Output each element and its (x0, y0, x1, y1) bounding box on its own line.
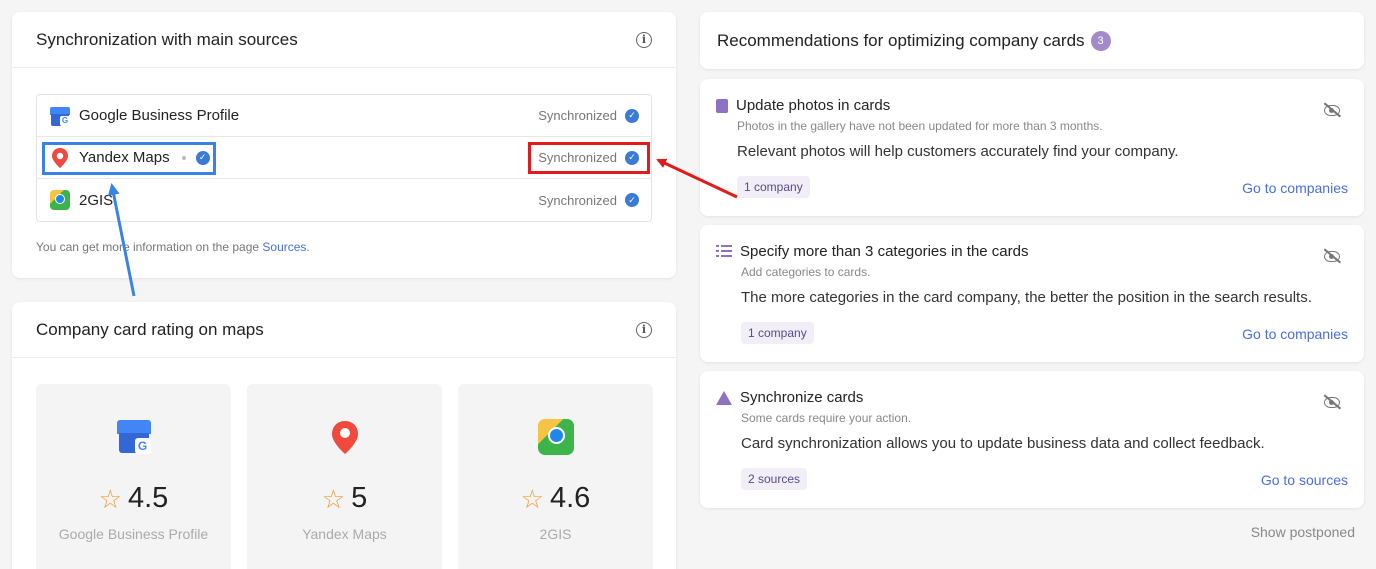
recommendation-tag: 1 company (737, 176, 810, 198)
recommendation-subtitle: Add categories to cards. (741, 265, 871, 279)
google-business-icon: G (49, 105, 71, 127)
recommendations-count-badge: 3 (1090, 30, 1111, 51)
source-row-2gis[interactable]: 2GIS Synchronized ✓ (37, 179, 651, 221)
rating-card-header: Company card rating on maps i (12, 302, 676, 358)
source-name: 2GIS (79, 191, 114, 209)
check-circle-icon: ✓ (625, 108, 639, 123)
source-name: Google Business Profile (79, 107, 240, 124)
eye-off-icon[interactable] (1324, 397, 1340, 408)
eye-off-icon[interactable] (1324, 105, 1340, 116)
rating-value: 4.5 (127, 482, 169, 514)
sync-card: Synchronization with main sources i G Go… (12, 12, 676, 278)
rating-source-name: Yandex Maps (302, 526, 387, 542)
warning-icon (716, 390, 732, 405)
rating-value: 4.6 (549, 482, 591, 514)
star-icon: ☆ (321, 483, 346, 514)
recommendation-title: Synchronize cards (740, 389, 864, 406)
source-status: Synchronized (538, 108, 617, 123)
recommendation-subtitle: Photos in the gallery have not been upda… (737, 119, 1103, 133)
go-to-companies-link[interactable]: Go to companies (1242, 326, 1348, 342)
recommendation-subtitle: Some cards require your action. (741, 411, 912, 425)
recommendations-header: Recommendations for optimizing company c… (700, 12, 1364, 69)
recommendation-card: Synchronize cards Some cards require you… (700, 371, 1364, 508)
sync-note: You can get more information on the page… (36, 240, 310, 254)
recommendation-description: The more categories in the card company,… (741, 289, 1312, 306)
rating-source-name: 2GIS (539, 526, 572, 542)
sync-note-suffix: . (306, 240, 310, 254)
show-postponed-button[interactable]: Show postponed (1251, 524, 1355, 540)
recommendation-title: Update photos in cards (736, 97, 891, 114)
photo-icon (716, 98, 728, 113)
rating-card: Company card rating on maps i G ☆ 4.5 Goo… (12, 302, 676, 569)
rating-source-name: Google Business Profile (58, 526, 209, 542)
rating-tiles: G ☆ 4.5 Google Business Profile ☆ 5 Yandex… (36, 384, 653, 569)
go-to-companies-link[interactable]: Go to companies (1242, 180, 1348, 196)
recommendations-title: Recommendations for optimizing company c… (717, 30, 1085, 50)
source-status: Synchronized (538, 192, 617, 208)
check-circle-icon: ✓ (625, 193, 639, 207)
rating-card-title: Company card rating on maps (36, 319, 264, 339)
recommendation-tag: 1 company (741, 322, 814, 344)
recommendation-tag: 2 sources (741, 468, 808, 490)
sources-link[interactable]: Sources (262, 240, 306, 254)
highlight-box-red (528, 142, 650, 174)
recommendation-card: Update photos in cards Photos in the gal… (700, 79, 1364, 216)
rating-tile-google[interactable]: G ☆ 4.5 Google Business Profile (36, 384, 231, 569)
2gis-icon (49, 189, 71, 211)
recommendation-card: Specify more than 3 categories in the ca… (700, 225, 1364, 362)
sync-card-title: Synchronization with main sources (36, 29, 298, 49)
list-icon (716, 245, 732, 258)
sync-card-header: Synchronization with main sources i (12, 12, 676, 68)
rating-tile-2gis[interactable]: ☆ 4.6 2GIS (458, 384, 653, 569)
info-icon[interactable]: i (636, 31, 652, 48)
rating-tile-yandex[interactable]: ☆ 5 Yandex Maps (247, 384, 442, 569)
info-icon[interactable]: i (636, 321, 652, 338)
2gis-icon (537, 418, 575, 456)
eye-off-icon[interactable] (1324, 251, 1340, 262)
rating-value: 5 (351, 482, 368, 514)
go-to-sources-link[interactable]: Go to sources (1261, 472, 1348, 488)
star-icon: ☆ (98, 483, 122, 514)
source-row-google[interactable]: G Google Business Profile Synchronized ✓ (37, 95, 651, 137)
sync-note-text: You can get more information on the page (36, 240, 263, 254)
yandex-maps-pin-icon (331, 421, 358, 454)
star-icon: ☆ (520, 483, 544, 514)
recommendation-description: Relevant photos will help customers accu… (737, 143, 1179, 160)
recommendation-title: Specify more than 3 categories in the ca… (740, 243, 1029, 260)
google-business-icon: G (115, 418, 153, 456)
recommendation-description: Card synchronization allows you to updat… (741, 435, 1265, 452)
highlight-box-blue (42, 142, 216, 175)
